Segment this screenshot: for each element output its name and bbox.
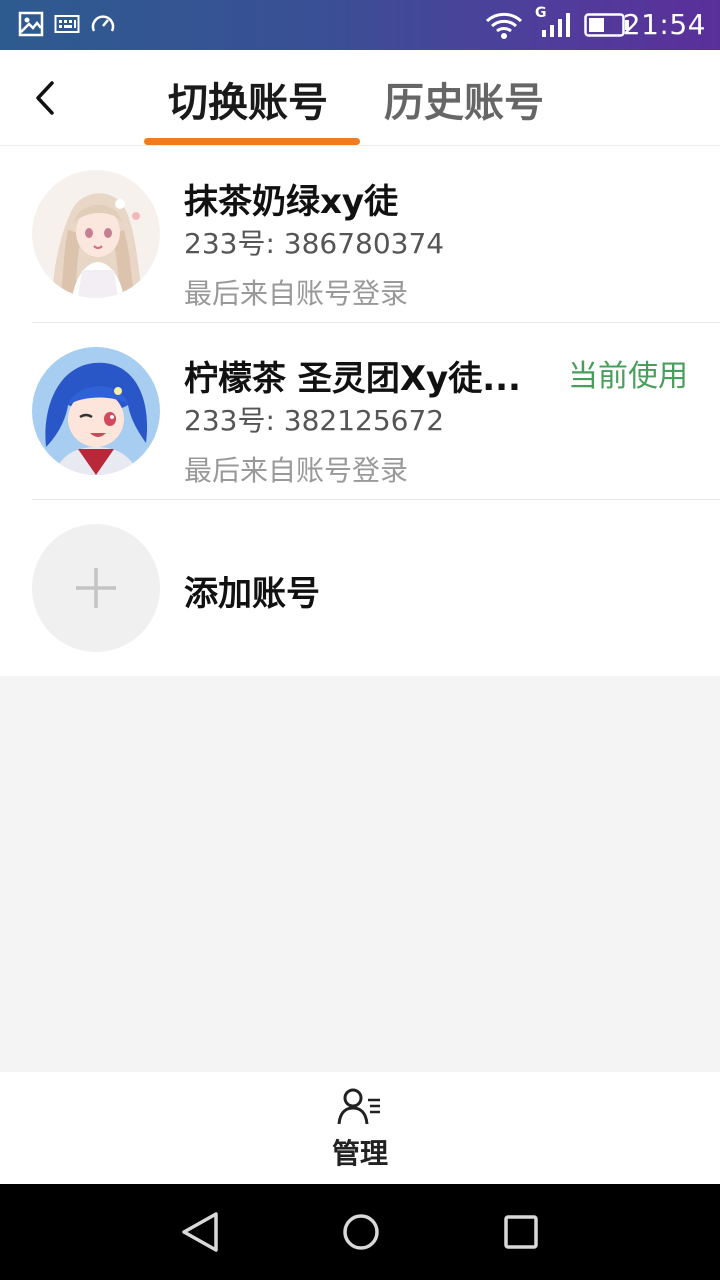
speedometer-icon bbox=[91, 15, 115, 32]
signal-icon bbox=[542, 13, 570, 37]
nav-back-icon[interactable] bbox=[176, 1208, 224, 1256]
add-account-label: 添加账号 bbox=[184, 574, 320, 614]
user-list-icon bbox=[337, 1088, 380, 1125]
account-name: 柠檬茶 圣灵团Xy徒... bbox=[184, 359, 521, 399]
avatar bbox=[32, 170, 160, 298]
status-bar: G 21:54 bbox=[0, 0, 720, 50]
wifi-icon bbox=[485, 12, 523, 39]
account-login-source: 最后来自账号登录 bbox=[184, 454, 409, 487]
account-row[interactable]: 抹茶奶绿xy徒 233号: 386780374 最后来自账号登录 bbox=[0, 146, 720, 323]
add-account-button[interactable] bbox=[32, 524, 160, 652]
image-icon bbox=[18, 11, 44, 37]
account-list: 抹茶奶绿xy徒 233号: 386780374 最后来自账号登录 柠檬茶 圣灵团… bbox=[0, 146, 720, 676]
manage-button[interactable]: 管理 bbox=[310, 1086, 410, 1176]
account-id: 233号: 382125672 bbox=[184, 404, 445, 437]
plus-icon bbox=[76, 568, 116, 608]
account-id: 233号: 386780374 bbox=[184, 227, 445, 260]
account-login-source: 最后来自账号登录 bbox=[184, 277, 409, 310]
current-account-badge: 当前使用 bbox=[568, 359, 688, 394]
avatar bbox=[32, 347, 160, 475]
system-nav-bar bbox=[0, 1184, 720, 1280]
tab-history-account[interactable]: 历史账号 bbox=[384, 70, 544, 128]
nav-recents-icon[interactable] bbox=[497, 1208, 545, 1256]
clock-time: 21:54 bbox=[622, 8, 706, 41]
nav-home-icon[interactable] bbox=[337, 1208, 385, 1256]
active-tab-indicator bbox=[144, 138, 360, 145]
keyboard-icon bbox=[54, 15, 80, 33]
bottom-bar: 管理 bbox=[0, 1072, 720, 1184]
tab-switch-account[interactable]: 切换账号 bbox=[168, 70, 328, 128]
account-row[interactable]: 柠檬茶 圣灵团Xy徒... 当前使用 233号: 382125672 最后来自账… bbox=[0, 323, 720, 500]
add-account-row[interactable]: 添加账号 bbox=[0, 500, 720, 676]
header: 切换账号 历史账号 bbox=[0, 50, 720, 146]
back-arrow-icon[interactable] bbox=[26, 78, 66, 118]
manage-label: 管理 bbox=[331, 1137, 388, 1170]
account-name: 抹茶奶绿xy徒 bbox=[184, 182, 399, 222]
